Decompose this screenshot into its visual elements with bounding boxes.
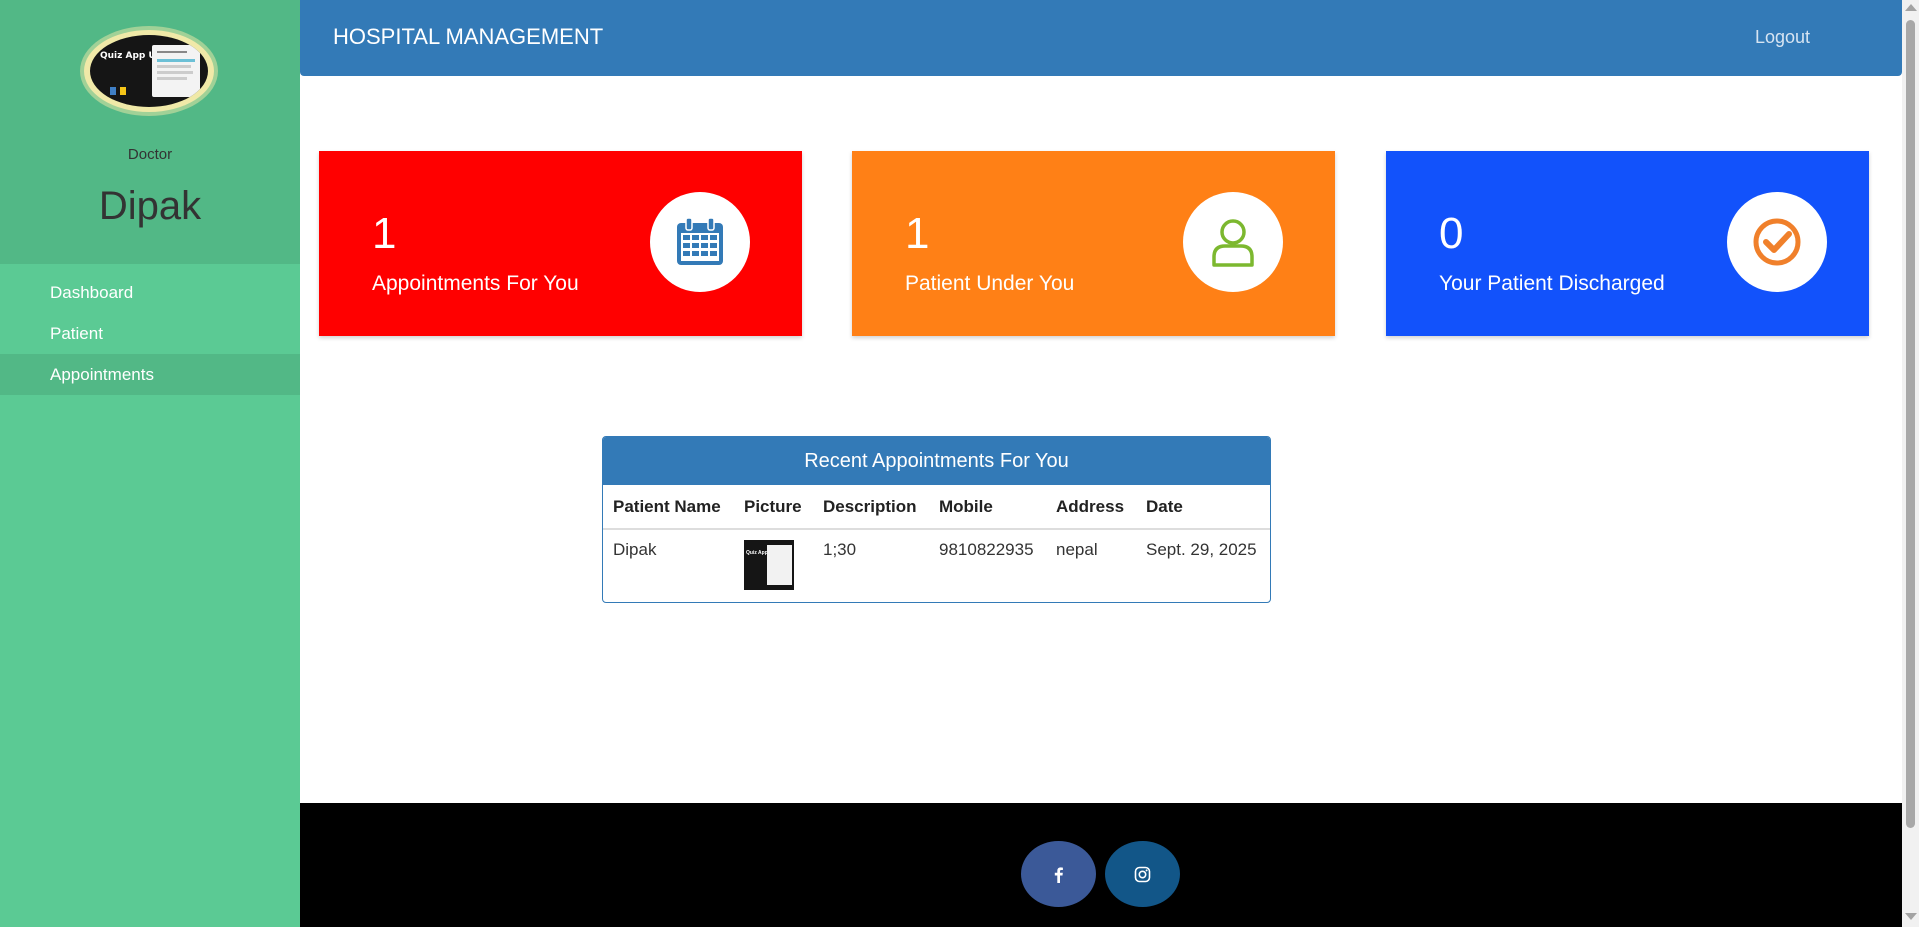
- sidebar: Quiz App Using ? Doctor Dipak Dashboard …: [0, 0, 300, 927]
- cell-picture: Quiz App Using ?: [734, 529, 813, 601]
- footer: [300, 803, 1902, 927]
- instagram-icon: [1134, 866, 1151, 883]
- patients-card: 1 Patient Under You: [852, 151, 1335, 336]
- cell-description: 1;30: [823, 540, 857, 559]
- brand-title[interactable]: HOSPITAL MANAGEMENT: [333, 0, 603, 74]
- scroll-down-arrow-icon[interactable]: [1905, 913, 1917, 920]
- appointments-label: Appointments For You: [372, 272, 579, 295]
- discharged-card: 0 Your Patient Discharged: [1386, 151, 1869, 336]
- panel-title: Recent Appointments For You: [603, 437, 1270, 485]
- col-date: Date: [1136, 485, 1270, 530]
- cell-mobile: 9810822935: [939, 540, 1034, 559]
- sidebar-nav: Dashboard Patient Appointments: [0, 272, 300, 395]
- avatar: Quiz App Using ?: [84, 30, 214, 112]
- table-header-row: Patient Name Picture Description Mobile …: [603, 485, 1270, 530]
- recent-appointments-panel: Recent Appointments For You Patient Name…: [602, 436, 1271, 603]
- facebook-icon: [1054, 867, 1063, 883]
- col-mobile: Mobile: [929, 485, 1046, 530]
- scroll-up-arrow-icon[interactable]: [1905, 4, 1917, 11]
- cell-date: Sept. 29, 2025: [1146, 540, 1257, 559]
- col-description: Description: [813, 485, 929, 530]
- sidebar-item-appointments[interactable]: Appointments: [0, 354, 300, 395]
- col-address: Address: [1046, 485, 1136, 530]
- facebook-button[interactable]: [1021, 841, 1096, 907]
- logout-link[interactable]: Logout: [1755, 0, 1810, 74]
- check-circle-icon: [1727, 192, 1827, 292]
- page-scrollbar[interactable]: [1902, 0, 1919, 927]
- patients-count: 1: [905, 209, 930, 258]
- appointments-card: 1 Appointments For You: [319, 151, 802, 336]
- sidebar-item-dashboard[interactable]: Dashboard: [0, 272, 300, 313]
- doctor-profile: Quiz App Using ? Doctor Dipak: [0, 0, 300, 264]
- discharged-label: Your Patient Discharged: [1439, 272, 1665, 295]
- instagram-button[interactable]: [1105, 841, 1180, 907]
- cell-address: nepal: [1056, 540, 1098, 559]
- col-patient-name: Patient Name: [603, 485, 734, 530]
- table-row: Dipak Quiz App Using ? 1;30 9810822935 n…: [603, 529, 1270, 601]
- col-picture: Picture: [734, 485, 813, 530]
- patients-label: Patient Under You: [905, 272, 1075, 295]
- doctor-role: Doctor: [127, 146, 173, 163]
- user-icon: [1183, 192, 1283, 292]
- sidebar-item-patient[interactable]: Patient: [0, 313, 300, 354]
- appointments-table: Patient Name Picture Description Mobile …: [603, 485, 1270, 601]
- discharged-count: 0: [1439, 209, 1464, 258]
- scrollbar-thumb[interactable]: [1906, 20, 1915, 828]
- calendar-icon: [650, 192, 750, 292]
- cell-patient-name: Dipak: [613, 540, 657, 559]
- appointments-count: 1: [372, 209, 397, 258]
- top-navbar: HOSPITAL MANAGEMENT Logout: [300, 0, 1902, 76]
- doctor-name: Dipak: [98, 184, 202, 228]
- patient-picture: Quiz App Using ?: [744, 540, 794, 590]
